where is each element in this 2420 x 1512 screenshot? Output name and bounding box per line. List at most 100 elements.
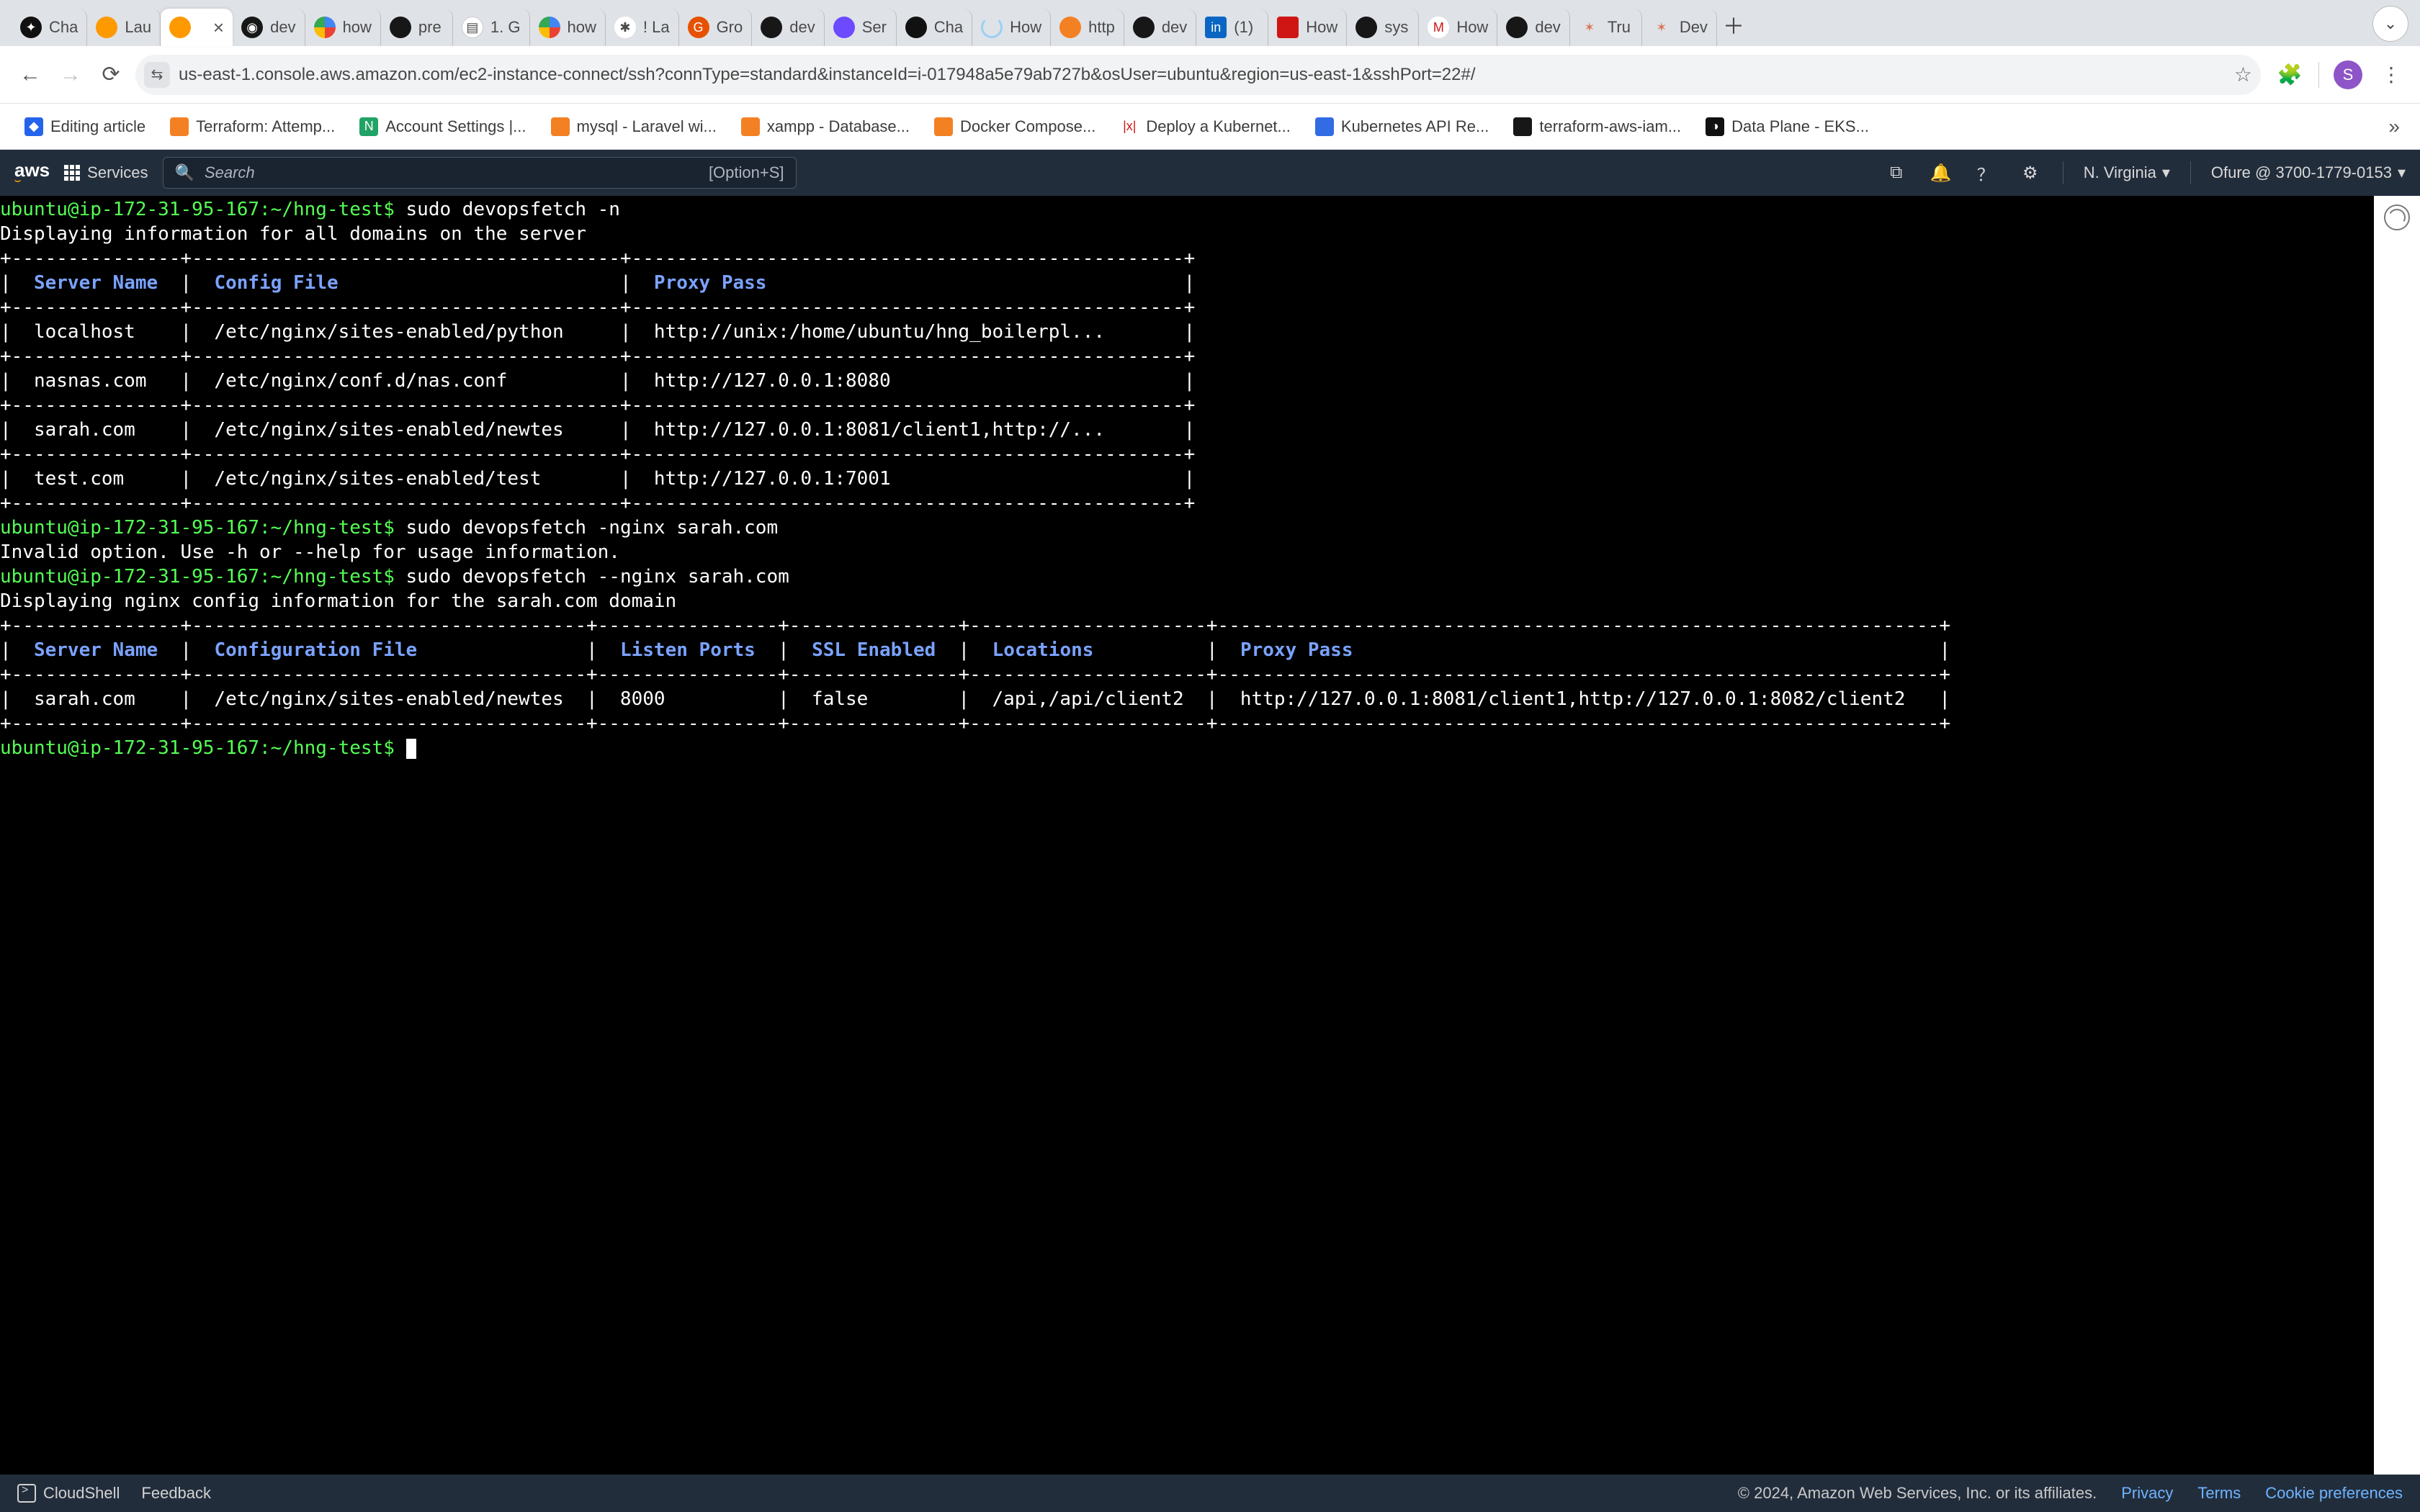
browser-tab[interactable]: in (1) — [1196, 9, 1268, 46]
bookmark-label: xampp - Database... — [767, 117, 910, 136]
browser-tab[interactable]: how — [305, 9, 381, 46]
bookmark-item[interactable]: Terraform: Attemp... — [160, 113, 345, 140]
terminal-pane[interactable]: ubuntu@ip-172-31-95-167:~/hng-test$ sudo… — [0, 196, 2420, 1475]
tab-label: Ser — [862, 18, 887, 37]
browser-tab-active[interactable]: × — [161, 9, 233, 46]
github-icon — [1133, 17, 1155, 38]
region-selector[interactable]: N. Virginia ▾ — [2084, 163, 2170, 182]
table-border: +---------------+-----------------------… — [0, 664, 1950, 685]
services-menu[interactable]: Services — [64, 163, 148, 182]
bookmark-item[interactable]: mysql - Laravel wi... — [541, 113, 727, 140]
cookie-preferences-link[interactable]: Cookie preferences — [2265, 1484, 2403, 1503]
back-button[interactable]: ← — [14, 59, 46, 91]
divider — [2190, 161, 2191, 184]
browser-tab[interactable]: ✶ Dev — [1642, 9, 1717, 46]
bookmark-item[interactable]: Docker Compose... — [924, 113, 1106, 140]
bookmark-label: terraform-aws-iam... — [1539, 117, 1681, 136]
copyright-text: © 2024, Amazon Web Services, Inc. or its… — [1738, 1484, 2097, 1503]
bookmark-icon — [741, 117, 760, 136]
terminal-prompt: ubuntu@ip-172-31-95-167:~/hng-test$ — [0, 566, 395, 588]
browser-tab[interactable]: How — [1268, 9, 1347, 46]
history-icon[interactable] — [2384, 204, 2410, 230]
tab-list-dropdown[interactable]: ⌄ — [2372, 6, 2408, 42]
bookmarks-overflow-icon[interactable]: » — [2383, 115, 2406, 138]
browser-tab[interactable]: sys — [1347, 9, 1419, 46]
cloudshell-label: CloudShell — [43, 1484, 120, 1503]
bookmark-icon: |x| — [1120, 117, 1139, 136]
privacy-link[interactable]: Privacy — [2121, 1484, 2173, 1503]
site-info-icon[interactable]: ⇆ — [144, 62, 170, 88]
browser-tab[interactable]: Cha — [897, 9, 972, 46]
grid-icon — [64, 165, 80, 181]
terms-link[interactable]: Terms — [2197, 1484, 2241, 1503]
terminal-output: ubuntu@ip-172-31-95-167:~/hng-test$ sudo… — [0, 196, 2371, 1475]
browser-tab[interactable]: http — [1051, 9, 1124, 46]
browser-tab[interactable]: dev — [752, 9, 824, 46]
reload-button[interactable]: ⟳ — [95, 59, 127, 91]
bookmark-star-icon[interactable]: ☆ — [2234, 63, 2252, 86]
feedback-link[interactable]: Feedback — [141, 1484, 211, 1503]
table-border: +---------------+-----------------------… — [0, 395, 1195, 416]
browser-tab[interactable]: ◉ dev — [233, 9, 305, 46]
notifications-icon[interactable]: 🔔 — [1929, 161, 1953, 185]
browser-tab[interactable]: Lau — [87, 9, 161, 46]
bookmark-item[interactable]: xampp - Database... — [731, 113, 920, 140]
browser-tab[interactable]: ✦ Cha — [12, 9, 87, 46]
address-bar[interactable]: ⇆ us-east-1.console.aws.amazon.com/ec2-i… — [135, 55, 2261, 95]
bookmark-item[interactable]: N Account Settings |... — [349, 113, 536, 140]
profile-avatar[interactable]: S — [2334, 60, 2362, 89]
browser-menu-icon[interactable]: ⋮ — [2377, 60, 2406, 89]
bookmark-item[interactable]: |x| Deploy a Kubernet... — [1110, 113, 1301, 140]
settings-gear-icon[interactable]: ⚙ — [2018, 161, 2043, 185]
site-icon — [1277, 17, 1299, 38]
table-header: Proxy Pass — [1240, 639, 1353, 661]
table-border: +---------------+-----------------------… — [0, 492, 1195, 514]
browser-tab[interactable]: ✱ ! La — [606, 9, 679, 46]
aws-logo[interactable]: aws⌣ — [14, 161, 50, 185]
bookmark-icon — [170, 117, 189, 136]
account-selector[interactable]: Ofure @ 3700-1779-0153 ▾ — [2211, 163, 2406, 182]
terminal-cursor — [406, 739, 416, 759]
aws-icon — [96, 17, 117, 38]
bookmark-item[interactable]: ◆ Editing article — [14, 113, 156, 140]
table-header: Proxy Pass — [654, 272, 767, 294]
terminal-scrollbar[interactable] — [2374, 196, 2420, 1475]
forward-button[interactable]: → — [55, 59, 86, 91]
chevron-down-icon: ▾ — [2162, 163, 2170, 182]
aws-search-input[interactable]: 🔍 Search [Option+S] — [163, 157, 797, 189]
bookmark-item[interactable]: Kubernetes API Re... — [1305, 113, 1499, 140]
browser-tab[interactable]: ▤ 1. G — [453, 9, 530, 46]
divider — [2318, 62, 2319, 88]
bookmarks-bar: ◆ Editing article Terraform: Attemp... N… — [0, 104, 2420, 150]
browser-tab[interactable]: Ser — [825, 9, 897, 46]
browser-tab[interactable]: ✶ Tru — [1570, 9, 1642, 46]
url-text: us-east-1.console.aws.amazon.com/ec2-ins… — [179, 65, 1475, 85]
browser-tab[interactable]: how — [530, 9, 606, 46]
table-row: | sarah.com | /etc/nginx/sites-enabled/n… — [0, 419, 1195, 441]
new-tab-button[interactable]: ＋ — [1717, 3, 1749, 46]
terminal-prompt: ubuntu@ip-172-31-95-167:~/hng-test$ — [0, 199, 395, 220]
table-header: Listen Ports — [620, 639, 756, 661]
browser-tab[interactable]: M How — [1419, 9, 1497, 46]
bookmark-label: Data Plane - EKS... — [1731, 117, 1869, 136]
browser-tab[interactable]: How — [972, 9, 1051, 46]
browser-tab[interactable]: G Gro — [679, 9, 753, 46]
browser-tab[interactable]: dev — [1497, 9, 1569, 46]
extensions-icon[interactable]: 🧩 — [2275, 60, 2304, 89]
tab-label: Gro — [717, 18, 743, 37]
github-icon — [390, 17, 411, 38]
browser-tab[interactable]: dev — [1124, 9, 1196, 46]
cloudshell-button[interactable]: CloudShell — [17, 1484, 120, 1503]
loading-icon — [981, 17, 1003, 38]
table-border: +---------------+-----------------------… — [0, 248, 1195, 269]
help-icon[interactable]: ？ — [1973, 161, 1998, 185]
bookmark-item[interactable]: terraform-aws-iam... — [1503, 113, 1691, 140]
browser-tab[interactable]: pre — [381, 9, 453, 46]
bookmark-label: Deploy a Kubernet... — [1146, 117, 1291, 136]
bookmark-label: Editing article — [50, 117, 145, 136]
claude-icon: ✶ — [1651, 17, 1672, 38]
cloudshell-icon[interactable]: ⧉ — [1884, 161, 1909, 185]
bookmark-item[interactable]: ◑ Data Plane - EKS... — [1695, 113, 1879, 140]
close-icon[interactable]: × — [213, 17, 224, 39]
table-border: +---------------+-----------------------… — [0, 615, 1950, 636]
